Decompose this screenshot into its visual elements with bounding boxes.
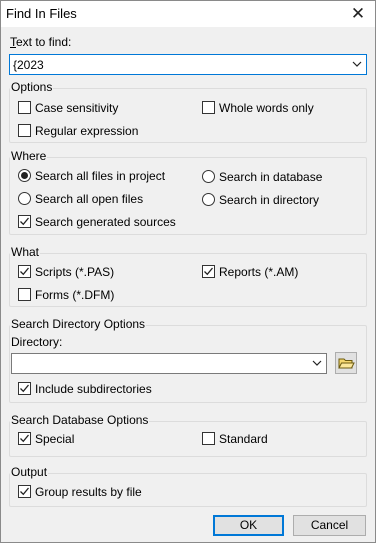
regular-expression-label: Regular expression [35, 124, 139, 138]
search-directory-options-group: Search Directory Options Directory: Incl… [9, 317, 367, 403]
checkbox-box[interactable] [18, 485, 31, 498]
checkmark-icon [20, 384, 30, 393]
text-to-find-label-text: ext to find: [16, 35, 72, 49]
checkbox-box[interactable] [202, 101, 215, 114]
checkbox-box[interactable] [18, 215, 31, 228]
browse-directory-button[interactable] [335, 352, 357, 374]
options-group-title: Options [10, 80, 54, 94]
search-all-open-files-label: Search all open files [35, 192, 144, 206]
checkbox-box[interactable] [18, 124, 31, 137]
radio-circle[interactable] [202, 170, 215, 183]
checkbox-box[interactable] [18, 265, 31, 278]
title-bar: Find In Files ✕ [1, 1, 375, 27]
directory-label: Directory: [11, 335, 63, 349]
checkbox-box[interactable] [18, 382, 31, 395]
standard-label: Standard [219, 432, 268, 446]
case-sensitivity-label: Case sensitivity [35, 101, 119, 115]
search-generated-sources-label: Search generated sources [35, 215, 176, 229]
radio-circle[interactable] [18, 169, 31, 182]
checkmark-icon [204, 267, 214, 276]
find-in-files-dialog: Find In Files ✕ Text to find: {2023 Opti… [0, 0, 376, 543]
group-results-by-file-label: Group results by file [35, 485, 142, 499]
what-group: What Scripts (*.PAS) Reports (*.AM) Form… [9, 245, 367, 307]
output-group: Output Group results by file [9, 465, 367, 507]
radio-dot [21, 172, 28, 179]
radio-circle[interactable] [18, 192, 31, 205]
checkmark-icon [20, 487, 30, 496]
whole-words-only-label: Whole words only [219, 101, 314, 115]
window-title: Find In Files [6, 6, 77, 21]
checkbox-box[interactable] [202, 432, 215, 445]
checkbox-box[interactable] [202, 265, 215, 278]
reports-label: Reports (*.AM) [219, 265, 299, 279]
text-to-find-value: {2023 [13, 58, 44, 72]
checkmark-icon [20, 434, 30, 443]
folder-icon [338, 358, 355, 369]
ok-button[interactable]: OK [213, 515, 284, 536]
close-icon[interactable]: ✕ [343, 1, 373, 27]
search-in-database-label: Search in database [219, 170, 323, 184]
scripts-label: Scripts (*.PAS) [35, 265, 115, 279]
include-subdirectories-label: Include subdirectories [35, 382, 152, 396]
chevron-down-icon[interactable] [352, 57, 362, 71]
output-group-title: Output [10, 465, 49, 479]
checkbox-box[interactable] [18, 101, 31, 114]
radio-circle[interactable] [202, 193, 215, 206]
search-in-directory-label: Search in directory [219, 193, 320, 207]
search-all-files-in-project-label: Search all files in project [35, 169, 166, 183]
cancel-button[interactable]: Cancel [293, 515, 366, 536]
what-group-title: What [10, 245, 41, 259]
search-database-options-title: Search Database Options [10, 413, 150, 427]
where-group: Where Search all files in project Search… [9, 149, 367, 235]
options-group: Options Case sensitivity Whole words onl… [9, 80, 367, 143]
checkbox-box[interactable] [18, 288, 31, 301]
directory-combo[interactable] [11, 353, 327, 374]
text-to-find-label: Text to find: [10, 35, 72, 49]
forms-label: Forms (*.DFM) [35, 288, 115, 302]
special-label: Special [35, 432, 75, 446]
checkmark-icon [20, 267, 30, 276]
text-to-find-combo[interactable]: {2023 [9, 54, 367, 75]
chevron-down-icon[interactable] [312, 356, 322, 370]
search-database-options-group: Search Database Options Special Standard [9, 413, 367, 457]
checkmark-icon [20, 217, 30, 226]
search-directory-options-title: Search Directory Options [10, 317, 147, 331]
checkbox-box[interactable] [18, 432, 31, 445]
where-group-title: Where [10, 149, 48, 163]
